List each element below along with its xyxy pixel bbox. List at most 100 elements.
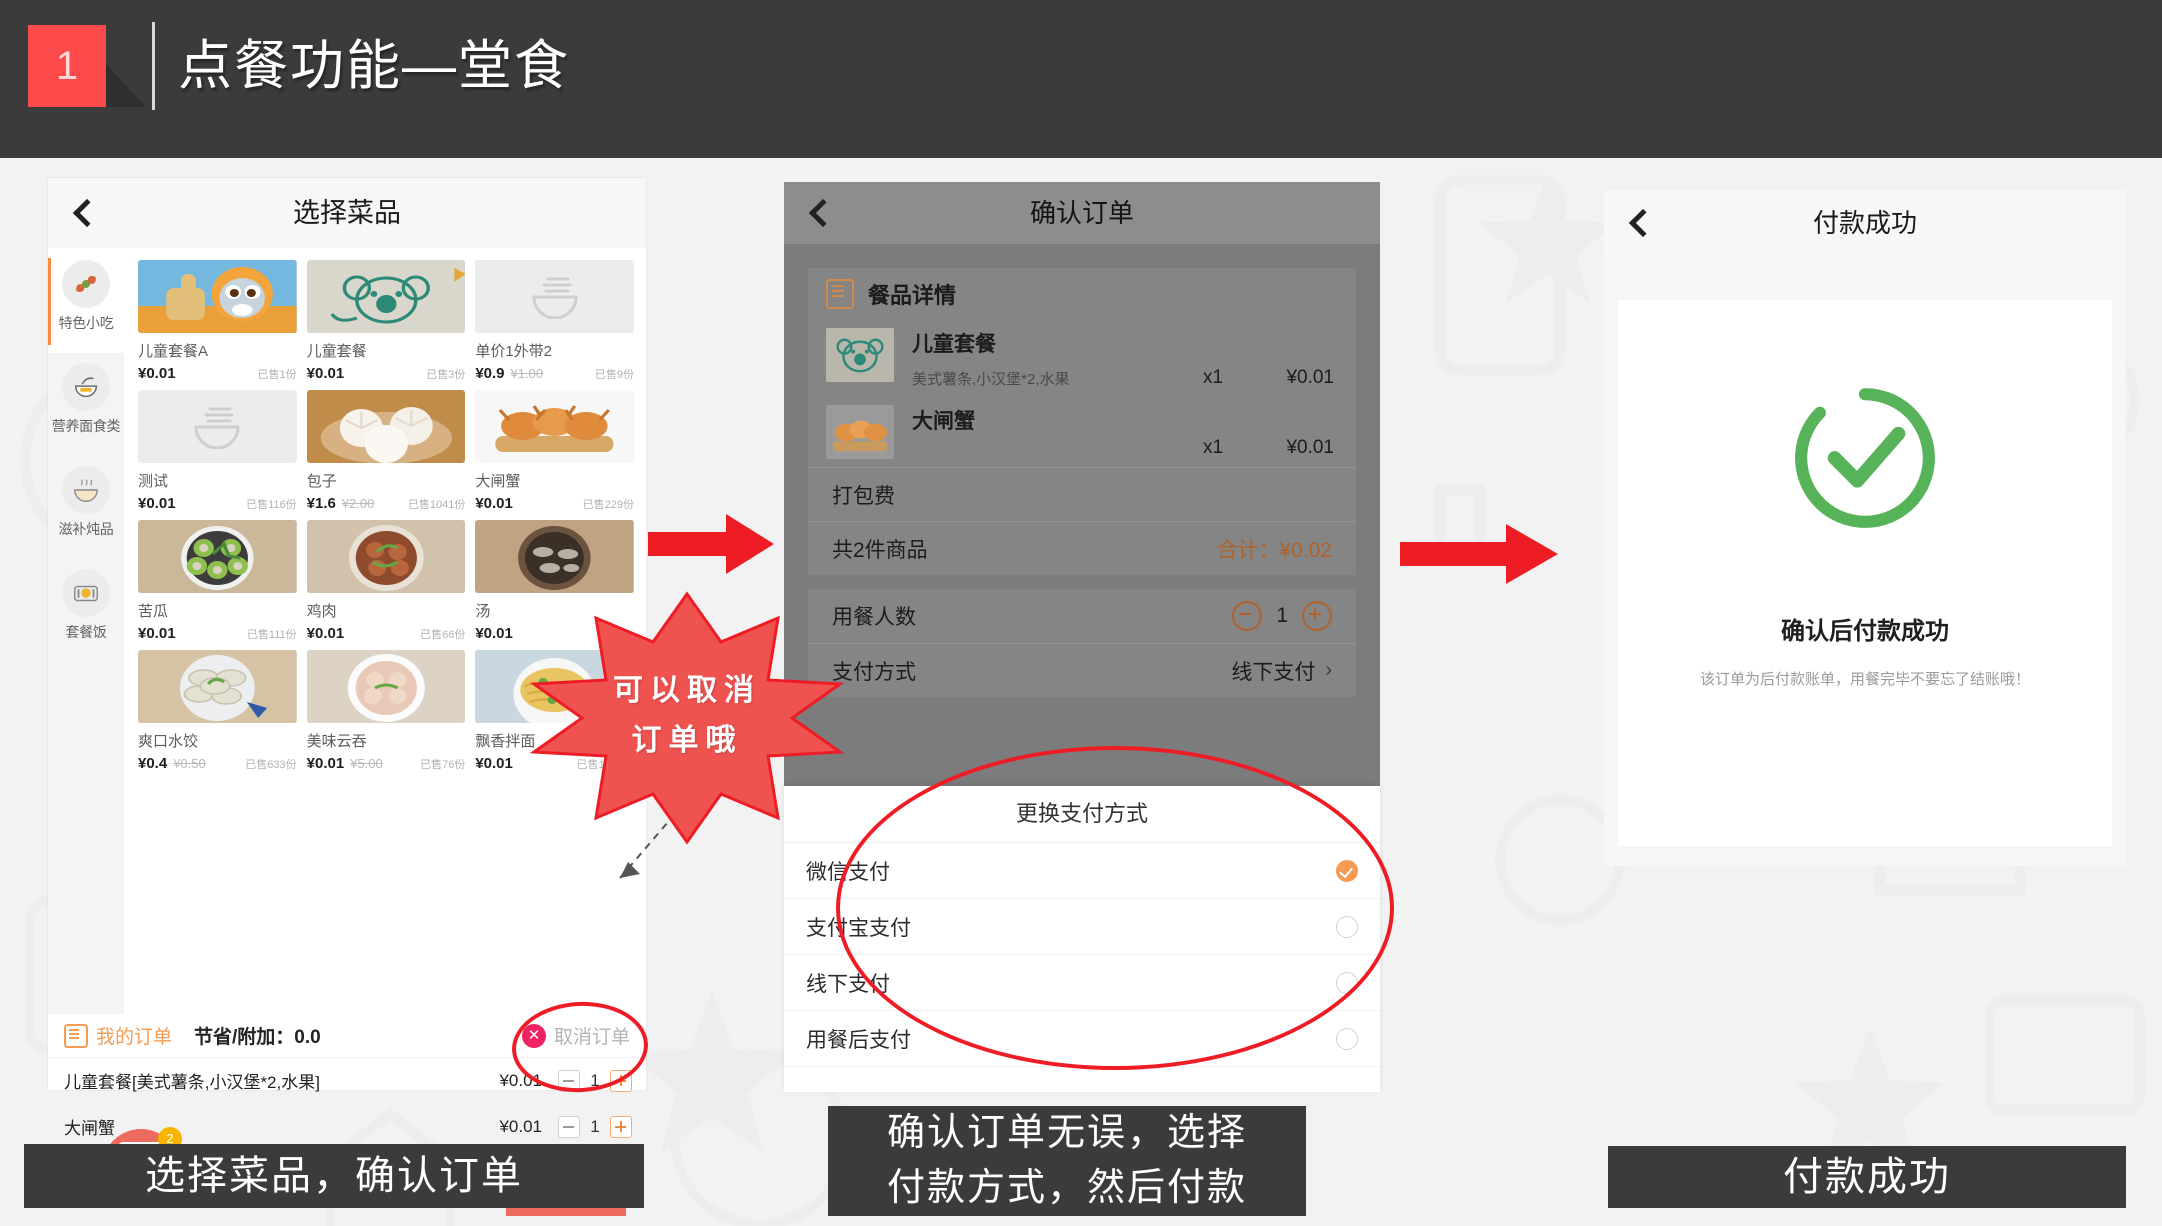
dish-name: 包子 [306,473,337,490]
cart-item-name: 大闸蟹 [64,1119,115,1138]
dish-price-row: ¥0.01 已售66份 [307,625,466,642]
dish-price: ¥0.01 [138,495,176,512]
sidebar-item-tesexiaochi[interactable]: 特色小吃 [48,250,124,353]
dish-image-bittergourd [138,520,297,593]
order-item-image-crab [826,405,894,459]
order-detail-header: 餐品详情 [808,268,1356,320]
chevron-left-icon[interactable] [1626,210,1652,236]
phone3-nav-title: 付款成功 [1812,208,1917,238]
dish-card[interactable]: 儿童套餐 ¥0.01 已售3份 [306,260,466,382]
dish-image-koala [306,260,466,333]
dish-card[interactable]: 包子 ¥1.6 ¥2.00 已售1041份 [306,390,466,512]
annotation-ellipse-payment-options [836,746,1394,1070]
dish-price-row: ¥0.01 已售1份 [138,365,297,382]
placeholder-bowl-icon [194,407,240,449]
star-callout: 可以取消 订单哦 [522,588,852,848]
packing-fee-label: 打包费 [832,484,895,508]
dish-price-row: ¥1.6 ¥2.00 已售1041份 [307,495,466,512]
sidebar-item-label: 营养面食类 [51,418,121,434]
dish-price-row: ¥0.01 已售3份 [307,365,466,382]
diner-count-value: 1 [1276,604,1288,627]
sidebar-item-zibudunpin[interactable]: 滋补炖品 [48,456,124,559]
category-sidebar: 特色小吃 营养面食类 滋补炖品 套餐饭 [48,250,124,1014]
sidebar-item-taocanfan[interactable]: 套餐饭 [48,559,124,662]
order-item-name: 儿童套餐 [912,333,996,356]
success-subtext: 该订单为后付款账单，用餐完毕不要忘了结账哦！ [1699,671,2030,688]
order-item-qty: x1 [1202,367,1224,388]
dish-image-crab [475,390,634,463]
dish-card[interactable]: 测试 ¥0.01 已售116份 [138,390,297,512]
chevron-left-icon[interactable] [806,200,832,226]
dish-name: 鸡肉 [306,603,337,620]
dish-image-baozi [306,390,466,463]
order-item-image-koala [826,328,894,382]
phone-screen-payment-success: 付款成功 确认后付款成功 该订单为后付款账单，用餐完毕不要忘了结账哦！ [1604,190,2126,866]
dish-card[interactable]: 单价1外带2 ¥0.9 ¥1.00 已售9份 [475,260,634,382]
page-title: 点餐功能—堂食 [178,36,570,96]
sidebar-item-label: 套餐饭 [65,624,107,640]
dish-name: 苦瓜 [138,603,169,620]
chevron-left-icon[interactable] [70,200,96,226]
increase-quantity-button[interactable] [610,1115,632,1138]
order-item-qty: x1 [1202,437,1224,458]
dish-price-row: ¥0.01 ¥5.00 已售76份 [307,755,466,772]
dish-sold-count: 已售1份 [257,369,297,381]
phone1-navbar: 选择菜品 [48,178,646,248]
dish-old-price: ¥1.00 [510,366,544,381]
dish-price: ¥0.01 [306,625,345,642]
dish-image-chicken [306,520,466,593]
dish-price: ¥0.01 [475,495,513,512]
green-check-circle-icon [1789,382,1941,539]
order-item-desc: 美式薯条,小汉堡*2,水果 [912,371,1070,388]
quantity-stepper: 1 [558,1115,632,1138]
payment-option-label: 用餐后支付 [806,1028,911,1052]
dish-sold-count: 已售111份 [246,629,297,641]
dish-card[interactable]: 鸡肉 ¥0.01 已售66份 [306,520,466,642]
dish-price-row: ¥0.4 ¥0.50 已售633份 [138,755,297,772]
dish-price: ¥0.01 [138,365,176,382]
placeholder-bowl-icon [532,277,578,319]
dish-name: 测试 [138,473,169,490]
dish-image-dumpling [138,650,297,723]
sidebar-item-label: 滋补炖品 [58,521,114,537]
radio-circle-icon[interactable] [1336,1027,1358,1050]
dish-price-row: ¥0.01 已售116份 [138,495,297,512]
dish-sold-count: 已售1041份 [407,499,466,511]
dish-card[interactable]: 大闸蟹 ¥0.01 已售229份 [475,390,634,512]
dish-price: ¥0.01 [306,755,345,772]
dish-name: 单价1外带2 [475,343,553,360]
caption-step-3: 付款成功 [1608,1146,2126,1208]
caption2-line2: 付款方式，然后付款 [886,1167,1247,1209]
dish-sold-count: 已售633份 [245,759,297,771]
dish-card[interactable]: 爽口水饺 ¥0.4 ¥0.50 已售633份 [138,650,297,772]
increase-diner-button[interactable] [1302,601,1332,631]
order-total-row: 共2件商品 合计：¥0.02 [808,521,1356,575]
order-list-icon [64,1023,88,1048]
order-item-row: 儿童套餐 美式薯条,小汉堡*2,水果 x1 ¥0.01 [808,320,1356,397]
dish-card[interactable]: 儿童套餐A ¥0.01 已售1份 [138,260,297,382]
decrease-quantity-button[interactable] [558,1115,580,1138]
pay-method-row[interactable]: 支付方式 线下支付 › [808,643,1356,697]
dish-sold-count: 已售3份 [426,369,466,381]
dish-image-wonton [306,650,466,723]
order-detail-title: 餐品详情 [868,283,957,308]
skewer-icon [62,260,110,308]
dish-price: ¥0.9 [475,365,505,382]
noodle-bowl-icon [62,363,110,411]
quantity-value: 1 [590,1116,600,1136]
dish-image-soup [475,520,634,593]
phone2-navbar: 确认订单 [784,182,1380,244]
dish-card[interactable]: 美味云吞 ¥0.01 ¥5.00 已售76份 [306,650,466,772]
chevron-right-icon: › [1325,659,1332,681]
dish-card[interactable]: 苦瓜 ¥0.01 已售111份 [138,520,297,642]
phone1-nav-title: 选择菜品 [293,198,401,228]
flow-arrow-1 [648,512,776,581]
order-options-card: 用餐人数 1 支付方式 线下支付 › [808,589,1356,697]
phone2-nav-title: 确认订单 [1029,198,1134,228]
sidebar-item-yingyangmianshi[interactable]: 营养面食类 [48,353,124,456]
flow-arrow-2 [1400,522,1560,591]
dish-price: ¥1.6 [306,495,336,512]
cart-item-name: 儿童套餐[美式薯条,小汉堡*2,水果] [64,1073,320,1092]
packing-fee-row: 打包费 [808,467,1356,521]
decrease-diner-button[interactable] [1232,601,1263,631]
